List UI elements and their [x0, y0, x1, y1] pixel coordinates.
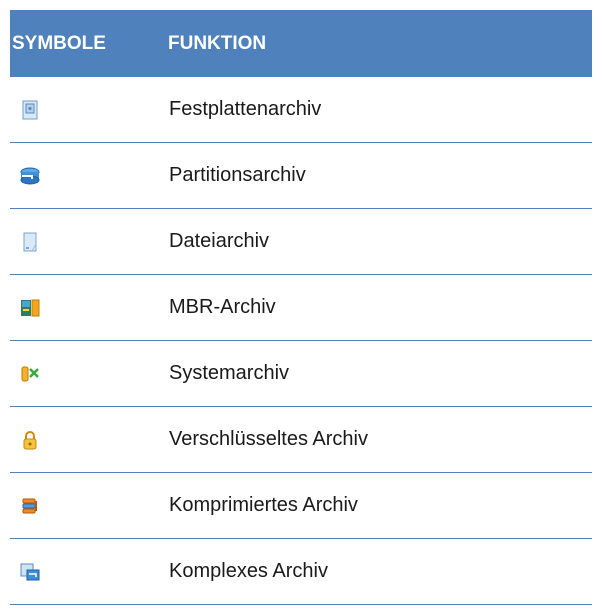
system-archive-icon	[10, 364, 168, 384]
table-row: Komplexes Archiv	[10, 539, 592, 605]
table-row: Komprimiertes Archiv	[10, 473, 592, 539]
header-funktion: FUNKTION	[168, 32, 267, 54]
table-row: MBR-Archiv	[10, 275, 592, 341]
lock-icon	[10, 430, 168, 450]
table-row: Partitionsarchiv	[10, 143, 592, 209]
disk-archive-icon	[10, 100, 168, 120]
partition-archive-icon	[10, 166, 168, 186]
header-symbole: SYMBOLE	[12, 32, 106, 54]
compressed-archive-icon	[10, 496, 168, 516]
mbr-archive-icon	[10, 298, 168, 318]
row-label: Komplexes Archiv	[169, 560, 328, 582]
row-label: MBR-Archiv	[169, 296, 276, 318]
row-label: Komprimiertes Archiv	[169, 494, 358, 516]
row-label: Systemarchiv	[169, 362, 290, 384]
complex-archive-icon	[10, 562, 168, 582]
file-archive-icon	[10, 232, 168, 252]
row-label: Dateiarchiv	[169, 230, 270, 252]
row-label: Verschlüsseltes Archiv	[169, 428, 368, 450]
table-row: Festplattenarchiv	[10, 77, 592, 143]
symbol-table: SYMBOLE FUNKTION Festplattenarchiv Parti…	[10, 10, 592, 605]
row-label: Festplattenarchiv	[169, 98, 322, 120]
table-header: SYMBOLE FUNKTION	[10, 10, 592, 77]
table-row: Verschlüsseltes Archiv	[10, 407, 592, 473]
table-row: Systemarchiv	[10, 341, 592, 407]
row-label: Partitionsarchiv	[169, 164, 306, 186]
table-row: Dateiarchiv	[10, 209, 592, 275]
